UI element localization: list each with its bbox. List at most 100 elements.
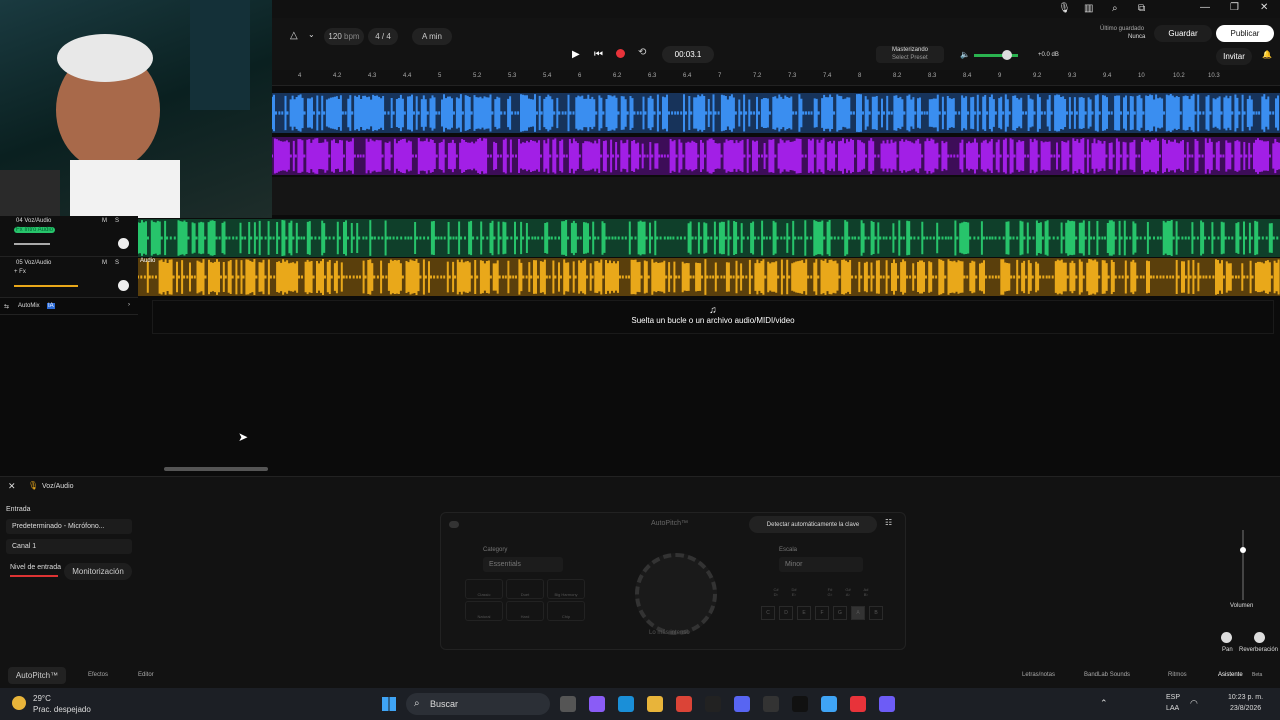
- reverb-knob[interactable]: [1254, 632, 1265, 643]
- preset-classic[interactable]: Classic: [465, 579, 503, 599]
- key-selector[interactable]: A min: [412, 28, 452, 45]
- taskbar-app-icon[interactable]: [618, 696, 634, 712]
- wifi-icon[interactable]: ◠: [1190, 698, 1198, 709]
- track-lane-purple[interactable]: [272, 137, 1280, 175]
- input-device-select[interactable]: Predeterminado - Micrófono...: [6, 519, 132, 534]
- minimize-icon[interactable]: —: [1200, 2, 1210, 13]
- taskbar-search[interactable]: ⌕ Buscar: [406, 693, 550, 715]
- sharp-note[interactable]: G# A♭: [841, 587, 855, 597]
- note-c[interactable]: C: [761, 606, 775, 620]
- taskbar-app-icon[interactable]: [647, 696, 663, 712]
- library-icon[interactable]: ▥: [1084, 3, 1093, 14]
- keyboard-indicator[interactable]: LAA: [1166, 705, 1179, 712]
- preset-hard[interactable]: Hard: [506, 601, 544, 621]
- taskbar-app-icon[interactable]: [705, 696, 721, 712]
- chevron-up-icon[interactable]: ⌃: [1100, 698, 1108, 709]
- track-header-04[interactable]: 04 Voz/Audio Fx Intro Audio M S: [0, 216, 138, 257]
- rhythms-button[interactable]: Ritmos: [1168, 672, 1187, 678]
- autopitch-knob[interactable]: [635, 553, 717, 635]
- taskbar-app-icon[interactable]: [676, 696, 692, 712]
- taskbar-app-icon[interactable]: [763, 696, 779, 712]
- note-g[interactable]: G: [833, 606, 847, 620]
- track-lane-empty[interactable]: [272, 177, 1280, 215]
- volume-fader-handle[interactable]: [1240, 547, 1246, 553]
- taskbar-app-icon[interactable]: [821, 696, 837, 712]
- pan-knob-05[interactable]: [118, 280, 129, 291]
- note-d[interactable]: D: [779, 606, 793, 620]
- loop-button[interactable]: ⟲: [638, 47, 646, 58]
- windows-start-icon[interactable]: [382, 697, 396, 711]
- restore-icon[interactable]: ❐: [1230, 2, 1239, 13]
- tab-autopitch[interactable]: AutoPitch™: [8, 667, 66, 684]
- tab-effects[interactable]: Efectos: [88, 672, 108, 678]
- lyrics-button[interactable]: Letras/notas: [1022, 672, 1055, 678]
- sharp-note[interactable]: D# E♭: [787, 587, 801, 597]
- solo-button-05[interactable]: S: [115, 260, 119, 266]
- category-select[interactable]: Essentials: [483, 557, 563, 572]
- clock-time[interactable]: 10:23 p. m.: [1228, 694, 1263, 701]
- publish-button[interactable]: Publicar: [1216, 25, 1274, 42]
- mute-button-04[interactable]: M: [102, 218, 107, 224]
- track-lane-blue[interactable]: [272, 93, 1280, 133]
- search-icon[interactable]: ⌕: [1112, 3, 1118, 14]
- mic-icon[interactable]: 🎙: [1058, 3, 1071, 14]
- pan-knob-04[interactable]: [118, 238, 129, 249]
- detect-key-button[interactable]: Detectar automáticamente la clave: [749, 516, 877, 533]
- close-icon[interactable]: ✕: [1260, 2, 1268, 13]
- invite-button[interactable]: Invitar: [1216, 48, 1252, 65]
- scale-select[interactable]: Minor: [779, 557, 863, 572]
- horizontal-scrollbar[interactable]: [164, 467, 268, 471]
- timeline-ruler[interactable]: 4 4.2 4.3 4.4 5 5.2 5.3 5.4 6 6.2 6.3 6.4 7 7.2 7.3 7.4…: [272, 70, 1280, 86]
- record-button[interactable]: [616, 49, 625, 58]
- bpm-field[interactable]: 120 bpm: [324, 28, 364, 45]
- solo-button-04[interactable]: S: [115, 218, 119, 224]
- pan-knob[interactable]: [1221, 632, 1232, 643]
- clock-date[interactable]: 23/8/2026: [1230, 705, 1261, 712]
- tab-editor[interactable]: Editor: [138, 672, 154, 678]
- preset-duet[interactable]: Duet: [506, 579, 544, 599]
- volume-fader[interactable]: [1242, 530, 1244, 600]
- taskbar-app-icon[interactable]: [560, 696, 576, 712]
- track-header-05[interactable]: 05 Voz/Audio + Fx M S: [0, 257, 138, 298]
- note-a[interactable]: A: [851, 606, 865, 620]
- bell-icon[interactable]: 🔔: [1262, 50, 1272, 59]
- track-lane-05[interactable]: Audio: [138, 258, 1280, 296]
- taskbar-app-icon[interactable]: [589, 696, 605, 712]
- drop-zone[interactable]: ♫ Suelta un bucle o un archivo audio/MID…: [152, 300, 1274, 334]
- track-lane-04[interactable]: [138, 219, 1280, 257]
- channel-select[interactable]: Canal 1: [6, 539, 132, 554]
- sharp-note[interactable]: F# G♭: [823, 587, 837, 597]
- mastering-selector[interactable]: Masterizando Select Preset: [876, 46, 944, 63]
- note-f[interactable]: F: [815, 606, 829, 620]
- speaker-icon[interactable]: 🔈: [960, 50, 970, 59]
- bandlab-sounds-button[interactable]: BandLab Sounds: [1084, 672, 1130, 678]
- note-b[interactable]: B: [869, 606, 883, 620]
- sharp-note[interactable]: A# B♭: [859, 587, 873, 597]
- weather-icon[interactable]: [12, 696, 26, 710]
- taskbar-app-icon[interactable]: [734, 696, 750, 712]
- track-volume-04[interactable]: [14, 243, 50, 245]
- taskbar-app-icon[interactable]: [850, 696, 866, 712]
- monitor-button[interactable]: Monitorización: [64, 563, 132, 580]
- automix-row[interactable]: ⇆ AutoMix IA ›: [0, 299, 138, 315]
- taskbar-app-icon[interactable]: [879, 696, 895, 712]
- language-indicator[interactable]: ESP: [1166, 694, 1180, 701]
- skip-back-button[interactable]: ⏮: [594, 49, 603, 60]
- track-fx-04[interactable]: Fx Intro Audio: [14, 227, 56, 233]
- settings-icon[interactable]: ☷: [885, 518, 892, 527]
- save-button[interactable]: Guardar: [1154, 25, 1212, 42]
- taskbar-app-icon[interactable]: [792, 696, 808, 712]
- track-fx-05[interactable]: + Fx: [14, 269, 26, 275]
- preset-chip[interactable]: Chip: [547, 601, 585, 621]
- time-signature[interactable]: 4 / 4: [368, 28, 398, 45]
- autopitch-toggle[interactable]: [449, 521, 459, 528]
- preset-natural[interactable]: Natural: [465, 601, 503, 621]
- track-volume-05[interactable]: [14, 285, 78, 287]
- metronome-icon[interactable]: △: [290, 30, 298, 41]
- extension-icon[interactable]: ⧉: [1138, 3, 1145, 14]
- play-button[interactable]: ▶: [572, 49, 580, 60]
- sharp-note[interactable]: C# D♭: [769, 587, 783, 597]
- close-panel-button[interactable]: ✕: [8, 481, 16, 492]
- note-e[interactable]: E: [797, 606, 811, 620]
- master-volume-handle[interactable]: [1002, 50, 1012, 60]
